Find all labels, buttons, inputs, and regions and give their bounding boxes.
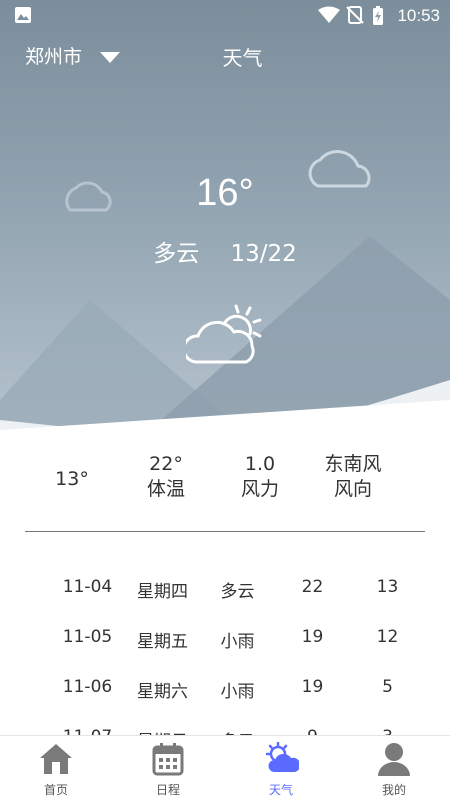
forecast-list: 11-04 星期四 多云 22 13 11-05 星期五 小雨 19 12 11…	[0, 560, 450, 736]
forecast-low: 13	[376, 577, 399, 597]
top-bar: 郑州市 天气	[0, 38, 450, 70]
forecast-low: 12	[376, 627, 399, 647]
forecast-row: 11-04 星期四 多云 22 13	[0, 577, 450, 607]
stats-row: 13° 22° 体温 1.0 风力 东南风 风向	[0, 452, 450, 512]
wifi-icon	[318, 6, 340, 23]
nav-label: 日程	[155, 783, 180, 797]
nav-label: 我的	[381, 783, 406, 797]
home-icon	[40, 744, 72, 774]
weather-icon	[265, 742, 299, 772]
nav-label: 天气	[268, 783, 293, 797]
stat-value: 东南风	[324, 453, 382, 475]
forecast-high: 19	[301, 627, 324, 647]
nav-home[interactable]: 首页	[0, 736, 112, 800]
calendar-icon	[152, 743, 184, 776]
status-bar: 10:53	[0, 0, 450, 32]
forecast-row: 11-05 星期五 小雨 19 12	[0, 627, 450, 657]
divider	[25, 531, 425, 532]
stat-min-temp: 13°	[32, 467, 112, 492]
stat-value: 1.0	[244, 453, 276, 475]
stat-wind-force: 1.0 风力	[220, 452, 300, 502]
image-notification-icon	[15, 7, 31, 23]
forecast-high: 22	[301, 577, 324, 597]
bottom-nav: 首页 日程 天气 我的	[0, 735, 450, 800]
forecast-date: 11-04	[62, 577, 113, 597]
status-time: 10:53	[397, 6, 440, 25]
forecast-date: 11-05	[62, 627, 113, 647]
forecast-date: 11-06	[62, 677, 113, 697]
temperature-range: 13/22	[230, 241, 297, 267]
nav-profile[interactable]: 我的	[338, 736, 450, 800]
stat-value: 13°	[55, 468, 89, 490]
forecast-weather: 小雨	[220, 632, 255, 652]
stat-value: 22°	[149, 453, 183, 475]
forecast-weekday: 星期四	[137, 582, 188, 602]
stat-wind-direction: 东南风 风向	[308, 452, 398, 502]
user-icon	[378, 743, 410, 776]
current-temperature: 16°	[196, 172, 254, 214]
forecast-weather: 多云	[220, 582, 255, 602]
forecast-weather: 小雨	[220, 682, 255, 702]
stat-body-temp: 22° 体温	[126, 452, 206, 502]
current-condition: 多云	[153, 241, 200, 267]
weather-hero: 10:53 郑州市 天气 16° 多云 13/22	[0, 0, 450, 510]
forecast-weekday: 星期六	[137, 682, 188, 702]
stat-label: 风向	[333, 478, 372, 500]
forecast-low: 5	[382, 677, 393, 697]
forecast-row: 11-06 星期六 小雨 19 5	[0, 677, 450, 707]
nav-label: 首页	[43, 783, 68, 797]
partly-cloudy-icon	[186, 304, 262, 364]
stat-label: 体温	[146, 478, 185, 500]
stat-label: 风力	[240, 478, 279, 500]
nav-schedule[interactable]: 日程	[112, 736, 224, 800]
forecast-high: 19	[301, 677, 324, 697]
no-sim-icon	[346, 6, 364, 24]
forecast-weekday: 星期五	[137, 632, 188, 652]
current-condition-line: 多云 13/22	[0, 234, 450, 268]
battery-charging-icon	[373, 6, 383, 25]
page-title: 天气	[222, 46, 263, 70]
nav-weather[interactable]: 天气	[225, 736, 337, 800]
